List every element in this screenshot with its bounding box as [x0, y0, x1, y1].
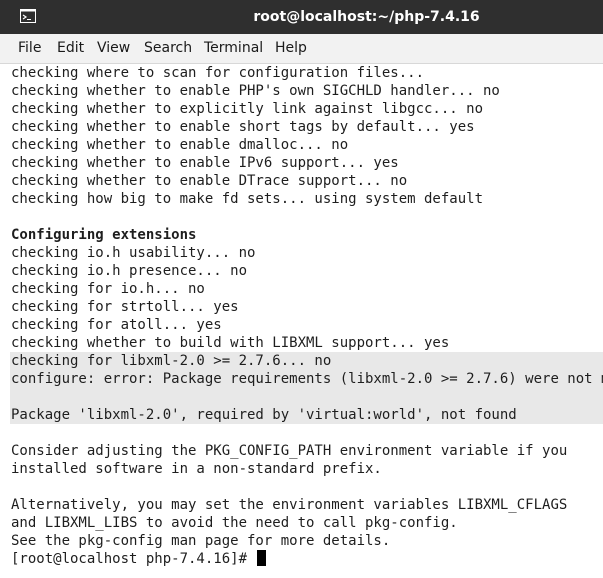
terminal-line: See the pkg-config man page for more det…	[11, 533, 391, 549]
terminal-line: checking whether to enable short tags by…	[11, 119, 475, 135]
terminal-cursor	[257, 550, 267, 566]
shell-prompt: [root@localhost php-7.4.16]#	[10, 550, 603, 568]
terminal-line: Package 'libxml-2.0', required by 'virtu…	[11, 407, 517, 423]
window-title: root@localhost:~/php-7.4.16	[253, 9, 480, 25]
terminal-line: checking io.h presence... no	[11, 263, 248, 279]
title-bar[interactable]: root@localhost:~/php-7.4.16	[0, 0, 603, 34]
menu-file[interactable]: File	[18, 34, 41, 63]
terminal-line: checking whether to build with LIBXML su…	[11, 335, 450, 351]
menu-help[interactable]: Help	[275, 34, 307, 63]
terminal-line: Consider adjusting the PKG_CONFIG_PATH e…	[11, 443, 568, 459]
terminal-line: Configuring extensions	[11, 227, 197, 243]
terminal-line: checking for strtoll... yes	[11, 299, 239, 315]
left-margin	[0, 64, 10, 578]
terminal-line: checking where to scan for configuration…	[11, 65, 425, 81]
menu-view[interactable]: View	[97, 34, 130, 63]
terminal-window: root@localhost:~/php-7.4.16 File Edit Vi…	[0, 0, 603, 578]
menu-search[interactable]: Search	[144, 34, 192, 63]
terminal-line: checking whether to enable DTrace suppor…	[11, 173, 408, 189]
menu-edit[interactable]: Edit	[57, 34, 84, 63]
terminal-line: checking whether to explicitly link agai…	[11, 101, 484, 117]
terminal-line: and LIBXML_LIBS to avoid the need to cal…	[11, 515, 458, 531]
terminal-line: Alternatively, you may set the environme…	[11, 497, 568, 513]
menu-terminal[interactable]: Terminal	[204, 34, 263, 63]
terminal-output[interactable]: checking where to scan for configuration…	[10, 64, 603, 578]
terminal-line: checking how big to make fd sets... usin…	[11, 191, 484, 207]
menu-bar: File Edit View Search Terminal Help	[0, 34, 603, 64]
terminal-line: checking whether to enable IPv6 support.…	[11, 155, 399, 171]
terminal-line: checking whether to enable dmalloc... no	[11, 137, 349, 153]
terminal-line: checking for libxml-2.0 >= 2.7.6... no	[11, 353, 332, 369]
terminal-line: installed software in a non-standard pre…	[11, 461, 382, 477]
terminal-line: checking for atoll... yes	[11, 317, 222, 333]
terminal-line: checking io.h usability... no	[11, 245, 256, 261]
terminal-line: configure: error: Package requirements (…	[11, 371, 603, 387]
terminal-line: checking whether to enable PHP's own SIG…	[11, 83, 500, 99]
terminal-line: checking for io.h... no	[11, 281, 205, 297]
